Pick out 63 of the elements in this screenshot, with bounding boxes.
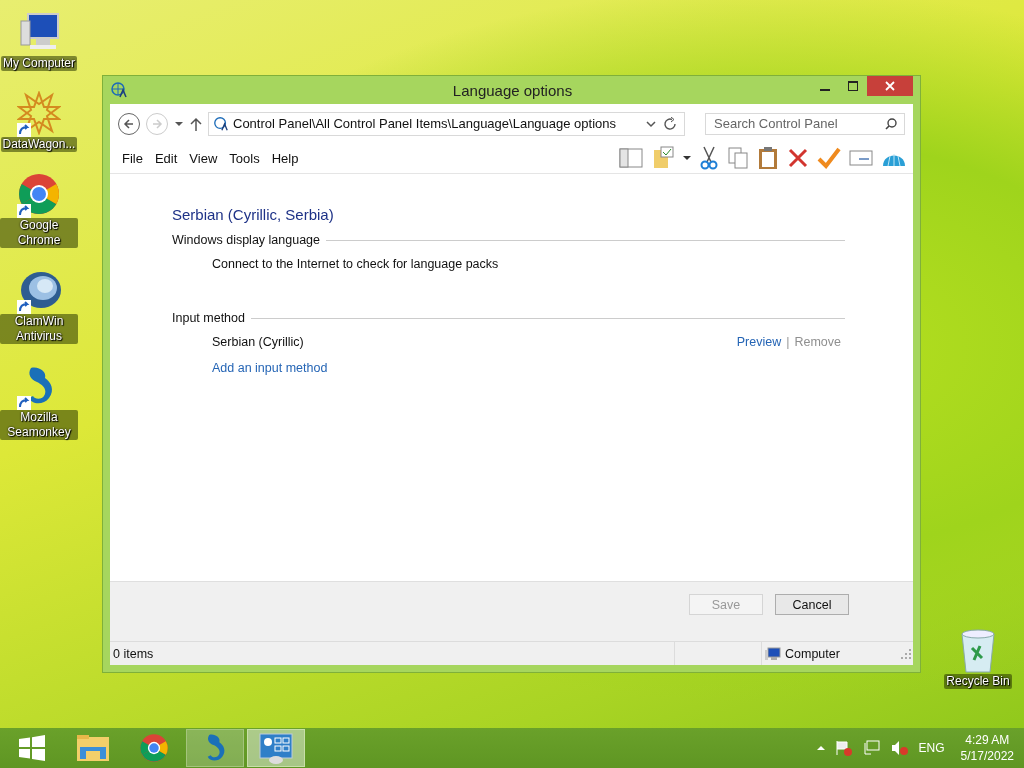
caret-icon[interactable]: [683, 155, 691, 161]
scissors-icon[interactable]: [699, 146, 719, 170]
dialog-button[interactable]: Cancel: [775, 594, 849, 615]
desktop-icon-label[interactable]: Recycle Bin: [944, 674, 1012, 689]
window-title: Language options: [451, 81, 574, 99]
desktop-icon-label[interactable]: My Computer: [1, 56, 77, 71]
separator-text: |: [786, 335, 790, 349]
close-icon: [885, 81, 895, 91]
copy-icon[interactable]: [727, 146, 749, 170]
menu-item[interactable]: File: [116, 150, 149, 166]
menu-item[interactable]: View: [183, 150, 224, 166]
clock[interactable]: 4:29 AM 5/17/2022: [960, 732, 1014, 764]
network-icon[interactable]: [862, 740, 881, 756]
taskbar-app-button[interactable]: [186, 729, 244, 767]
chrome-icon: [139, 733, 169, 763]
control-panel-icon: [259, 732, 293, 764]
menu-item[interactable]: Edit: [148, 150, 184, 166]
section-title: Windows display language: [172, 233, 320, 247]
arrow-up-icon: [190, 116, 202, 131]
desktop-icon-label[interactable]: Mozilla Seamonkey: [0, 410, 78, 440]
language-icon: [213, 115, 229, 132]
minimize-icon: [820, 89, 830, 91]
checkmark-icon[interactable]: [817, 147, 841, 169]
delete-icon[interactable]: [787, 147, 809, 169]
star-icon: [17, 91, 61, 135]
search-icon: [885, 117, 897, 130]
folder-icon: [76, 733, 110, 763]
desktop-icon-label[interactable]: DataWagon...: [0, 137, 78, 152]
location-text: Computer: [785, 646, 840, 661]
computer-icon: [765, 646, 781, 661]
up-button[interactable]: [190, 116, 202, 131]
arrow-right-icon: [151, 117, 163, 130]
language-heading: Serbian (Cyrillic, Serbia): [172, 206, 335, 223]
add-input-method-link[interactable]: Add an input method: [212, 361, 328, 375]
item-count: 0 items: [113, 646, 154, 661]
desktop-icon-label[interactable]: Google Chrome: [0, 218, 78, 248]
maximize-icon: [848, 81, 858, 91]
input-method-name: Serbian (Cyrillic): [212, 335, 304, 349]
action-link[interactable]: Preview: [736, 335, 782, 349]
search-field[interactable]: Search Control Panel: [705, 112, 905, 135]
folder-check-icon[interactable]: [651, 146, 675, 170]
back-button[interactable]: [118, 112, 140, 135]
arrow-left-icon: [123, 117, 135, 130]
close-button[interactable]: [867, 76, 913, 96]
language-icon: [110, 81, 128, 99]
menu-item[interactable]: Tools: [223, 150, 266, 166]
layout-pane-icon[interactable]: [619, 148, 643, 168]
language-indicator[interactable]: ENG: [918, 741, 945, 755]
info-text: Connect to the Internet to check for language packs: [212, 257, 500, 271]
windows-logo-icon: [19, 735, 45, 761]
menu-item[interactable]: Help: [265, 150, 305, 166]
chevron-down-icon[interactable]: [646, 119, 656, 128]
address-bar[interactable]: Control Panel\All Control Panel Items\Language\Language options: [208, 111, 685, 136]
resize-grip-icon[interactable]: [901, 648, 911, 659]
section-title: Input method: [172, 311, 245, 325]
speaker-muted-icon[interactable]: [890, 740, 909, 756]
desktop-icon-label[interactable]: ClamWin Antivirus: [0, 314, 78, 344]
recycle-bin-icon: [958, 628, 998, 674]
taskbar-app-button[interactable]: [247, 729, 305, 767]
chrome-icon: [17, 172, 61, 216]
clipboard-icon[interactable]: [757, 146, 779, 170]
caret-up-icon[interactable]: [816, 745, 825, 751]
flag-icon[interactable]: [834, 740, 853, 756]
